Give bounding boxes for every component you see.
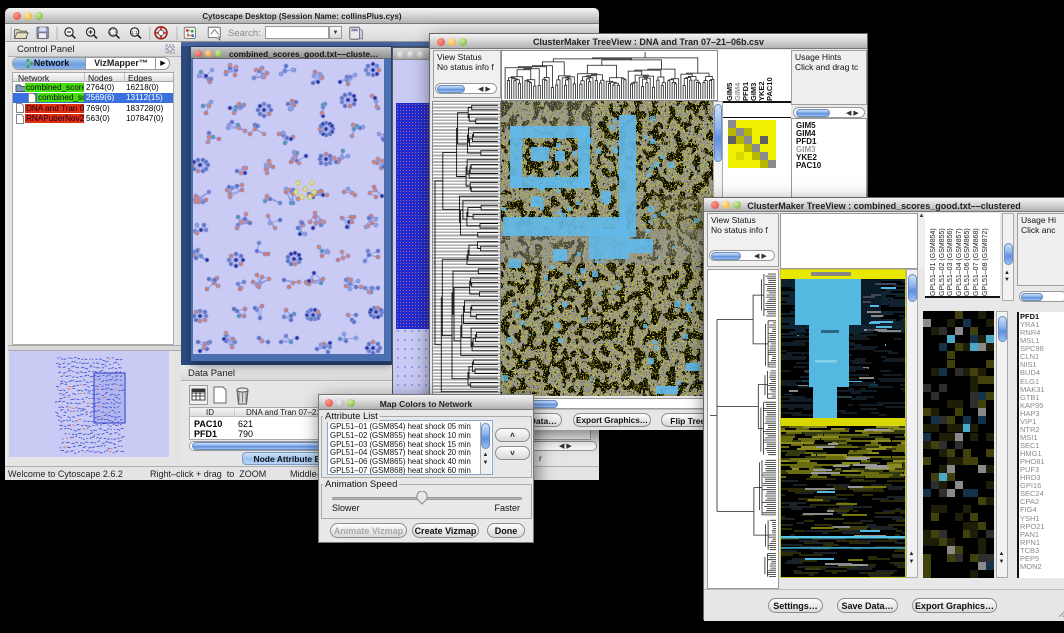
- svg-text:1:1: 1:1: [131, 30, 138, 36]
